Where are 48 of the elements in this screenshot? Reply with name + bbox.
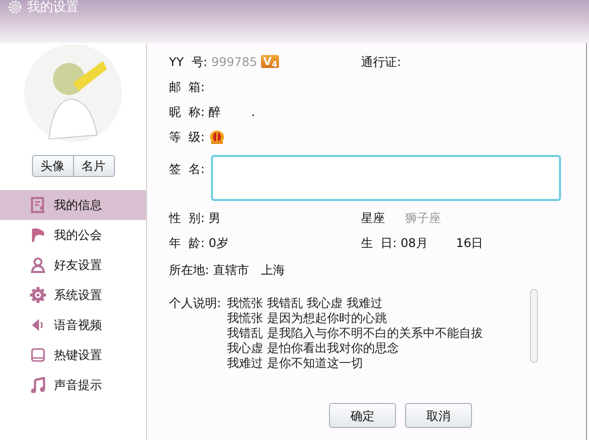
sidebar-item[interactable]: 好友设置 (0, 250, 146, 280)
avatar-tab-button[interactable]: 名片 (74, 155, 114, 177)
field-label: 通行证: (361, 54, 402, 70)
field-label: 邮 箱: (169, 78, 205, 96)
person-icon (30, 257, 46, 273)
field-value: 男 (208, 210, 221, 226)
window-title: 我的设置 (27, 0, 79, 16)
bio-line: 我慌张 我错乱 我心虚 我难过 (227, 296, 384, 311)
bio-line: 我错乱 是我陷入与你不明不白的关系中不能自拔 (227, 326, 483, 341)
field-value: 上海 (261, 262, 286, 278)
field-label: YY 号: (169, 54, 208, 70)
field-value: 狮子座 (405, 210, 441, 226)
music-note-icon (30, 377, 46, 393)
vip-badge: V$_{4}$ (261, 55, 280, 68)
field-label: 星座 (361, 210, 385, 226)
field-value: 直辖市 (213, 262, 250, 278)
field-value: 16日 (456, 234, 484, 252)
field-value: 醉 . (208, 104, 256, 120)
field-label: 个人说明: (169, 296, 222, 312)
sidebar-item[interactable]: 声音提示 (0, 370, 146, 400)
field-value: 999785 (211, 54, 258, 70)
bio-line: 我心虚 是怕你看出我对你的思念 (227, 341, 400, 356)
avatar-tab-button[interactable]: 头像 (32, 155, 74, 177)
sidebar-item[interactable]: 语音视频 (0, 310, 146, 340)
sidebar-item[interactable]: 我的公会 (0, 220, 146, 250)
field-value: 08月 (400, 234, 428, 252)
profile-card-icon (30, 197, 46, 213)
field-label: 所在地: (169, 262, 210, 278)
bio-line: 我难过 是你不知道这一切 (227, 356, 364, 371)
dialog-button[interactable]: 确定 (329, 403, 396, 428)
scrollbar[interactable] (530, 289, 538, 363)
field-value: 0岁 (208, 234, 228, 252)
bio-line: 我慌张 是因为想起你时的心跳 (227, 311, 388, 326)
field-label: 签 名: (169, 161, 205, 178)
field-label: 等 级: (169, 128, 205, 146)
field-label: 生 日: (361, 234, 397, 252)
field-label: 性 别: (169, 210, 205, 226)
dialog-button[interactable]: 取消 (405, 403, 472, 428)
field-label: 昵 称: (169, 104, 205, 120)
sidebar-item[interactable]: 热键设置 (0, 340, 146, 370)
square-icon (30, 347, 46, 363)
sidebar-item[interactable]: 我的信息 (0, 190, 146, 220)
flag-icon (30, 227, 46, 243)
signature-field[interactable] (210, 155, 561, 201)
field-label: 年 龄: (169, 234, 205, 252)
settings-icon (30, 287, 46, 303)
settings-icon (8, 0, 22, 14)
sidebar-item[interactable]: 系统设置 (0, 280, 146, 310)
